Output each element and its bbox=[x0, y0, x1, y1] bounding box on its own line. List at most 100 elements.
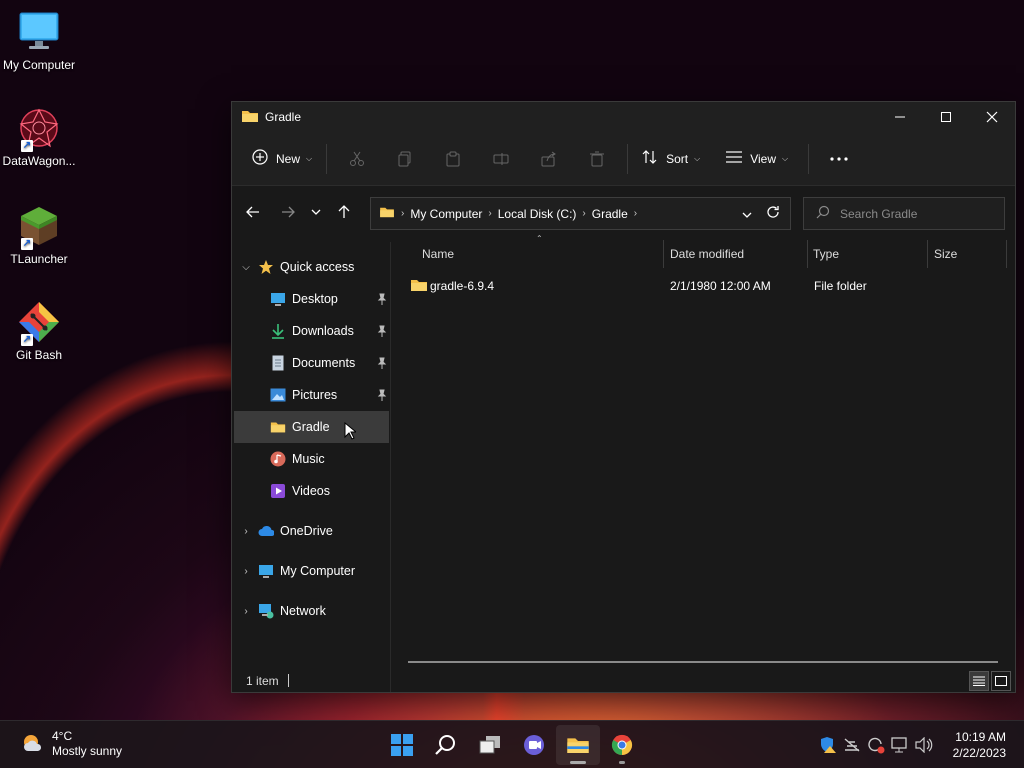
display-icon[interactable] bbox=[888, 733, 912, 757]
delete-icon[interactable] bbox=[573, 143, 621, 175]
copy-icon[interactable] bbox=[381, 143, 429, 175]
start-button[interactable] bbox=[380, 725, 424, 765]
sidebar-item-documents[interactable]: Documents bbox=[234, 347, 389, 379]
sidebar-label: Quick access bbox=[280, 260, 355, 274]
column-divider[interactable] bbox=[1006, 240, 1007, 268]
column-name-label: Name bbox=[422, 247, 455, 261]
sidebar-label: Desktop bbox=[292, 292, 338, 306]
weather-widget[interactable]: 4°C Mostly sunny bbox=[20, 729, 122, 759]
desktop-icon-datawagon[interactable]: ↗ DataWagon... bbox=[0, 106, 78, 168]
sidebar-item-desktop[interactable]: Desktop bbox=[234, 283, 389, 315]
sidebar-item-downloads[interactable]: Downloads bbox=[234, 315, 389, 347]
sidebar-onedrive[interactable]: › OneDrive bbox=[234, 515, 389, 547]
sidebar-label: OneDrive bbox=[280, 524, 333, 538]
clock[interactable]: 10:19 AM 2/22/2023 bbox=[953, 729, 1006, 761]
column-header-name[interactable]: Name bbox=[422, 236, 454, 272]
pin-icon[interactable] bbox=[377, 389, 387, 404]
folder-icon bbox=[241, 109, 259, 126]
teams-chat-button[interactable] bbox=[512, 725, 556, 765]
pane-divider[interactable] bbox=[390, 242, 391, 692]
network-disconnected-icon[interactable] bbox=[840, 733, 864, 757]
pin-icon[interactable] bbox=[377, 325, 387, 340]
music-icon bbox=[270, 451, 286, 467]
back-button[interactable] bbox=[237, 196, 269, 228]
desktop-icon-git-bash[interactable]: ↗ Git Bash bbox=[0, 300, 78, 362]
sidebar-item-videos[interactable]: Videos bbox=[234, 475, 389, 507]
column-header-size[interactable]: Size bbox=[934, 236, 957, 272]
sidebar-label: Videos bbox=[292, 484, 330, 498]
sidebar-network[interactable]: › Network bbox=[234, 595, 389, 627]
file-type: File folder bbox=[814, 279, 867, 293]
close-button[interactable] bbox=[969, 102, 1015, 132]
column-divider[interactable] bbox=[927, 240, 928, 268]
chevron-right-icon: › bbox=[488, 208, 492, 219]
breadcrumb-my-computer[interactable]: My Computer bbox=[410, 207, 482, 221]
new-button[interactable]: New ⌵ bbox=[244, 143, 320, 175]
column-header-type[interactable]: Type bbox=[813, 236, 839, 272]
sidebar-item-music[interactable]: Music bbox=[234, 443, 389, 475]
view-toggles bbox=[967, 671, 1011, 691]
more-options-icon[interactable] bbox=[815, 143, 863, 175]
cut-icon[interactable] bbox=[333, 143, 381, 175]
share-icon[interactable] bbox=[525, 143, 573, 175]
sidebar-item-gradle[interactable]: Gradle bbox=[234, 411, 389, 443]
refresh-icon[interactable] bbox=[766, 205, 780, 222]
volume-icon[interactable] bbox=[912, 733, 936, 757]
chevron-down-icon: ⌵ bbox=[306, 153, 313, 163]
pin-icon[interactable] bbox=[377, 357, 387, 372]
details-view-icon[interactable] bbox=[969, 671, 989, 691]
taskbar-apps bbox=[380, 725, 644, 765]
folder-icon bbox=[379, 206, 395, 221]
cloud-icon bbox=[258, 523, 274, 539]
minimize-button[interactable] bbox=[877, 102, 923, 132]
table-row[interactable]: gradle-6.9.4 2/1/1980 12:00 AM File fold… bbox=[392, 274, 1014, 298]
task-view-button[interactable] bbox=[468, 725, 512, 765]
address-bar[interactable]: › My Computer › Local Disk (C:) › Gradle… bbox=[370, 197, 791, 230]
toolbar-divider bbox=[326, 143, 328, 174]
breadcrumb-gradle[interactable]: Gradle bbox=[592, 207, 628, 221]
chrome-button[interactable] bbox=[600, 725, 644, 765]
horizontal-scrollbar[interactable] bbox=[408, 661, 998, 663]
desktop-icon-my-computer[interactable]: My Computer bbox=[0, 10, 78, 72]
chevron-down-icon: ⌵ bbox=[781, 153, 789, 163]
window-title: Gradle bbox=[265, 110, 302, 124]
column-divider[interactable] bbox=[807, 240, 808, 268]
file-list: ⌃ Name Date modified Type Size gradle-6.… bbox=[392, 234, 1014, 293]
file-date: 2/1/1980 12:00 AM bbox=[670, 279, 771, 293]
rename-icon[interactable] bbox=[477, 143, 525, 175]
sidebar-quick-access[interactable]: ⌵ Quick access bbox=[234, 251, 389, 283]
new-label: New bbox=[276, 151, 301, 166]
breadcrumb-local-disk[interactable]: Local Disk (C:) bbox=[498, 207, 577, 221]
command-bar: New ⌵ Sort ⌵ View ⌵ bbox=[232, 132, 1015, 186]
star-icon bbox=[258, 259, 274, 275]
pin-icon[interactable] bbox=[377, 293, 387, 308]
title-bar[interactable]: Gradle bbox=[232, 102, 1015, 132]
video-icon bbox=[270, 483, 286, 499]
datawagon-icon: ↗ bbox=[17, 106, 61, 152]
monitor-icon bbox=[17, 10, 61, 54]
large-icons-view-icon[interactable] bbox=[991, 671, 1011, 691]
search-button[interactable] bbox=[424, 725, 468, 765]
maximize-button[interactable] bbox=[923, 102, 969, 132]
sidebar-label: Downloads bbox=[292, 324, 354, 338]
view-list-icon bbox=[726, 150, 743, 167]
system-tray bbox=[816, 733, 936, 757]
sort-button[interactable]: Sort ⌵ bbox=[634, 143, 708, 175]
paste-icon[interactable] bbox=[429, 143, 477, 175]
column-divider[interactable] bbox=[663, 240, 664, 268]
up-button[interactable] bbox=[328, 196, 360, 228]
sync-error-icon[interactable] bbox=[864, 733, 888, 757]
column-header-date[interactable]: Date modified bbox=[670, 236, 744, 272]
view-button[interactable]: View ⌵ bbox=[718, 143, 796, 175]
desktop-icon-tlauncher[interactable]: ↗ TLauncher bbox=[0, 204, 78, 266]
sidebar-my-computer[interactable]: › My Computer bbox=[234, 555, 389, 587]
recent-locations-button[interactable] bbox=[304, 196, 328, 228]
address-dropdown-icon[interactable] bbox=[742, 207, 752, 221]
defender-warning-icon[interactable] bbox=[816, 733, 840, 757]
forward-button[interactable] bbox=[272, 196, 304, 228]
file-explorer-button[interactable] bbox=[556, 725, 600, 765]
network-icon bbox=[258, 603, 274, 619]
search-placeholder: Search Gradle bbox=[840, 206, 918, 221]
search-input[interactable]: Search Gradle bbox=[803, 197, 1005, 230]
sidebar-item-pictures[interactable]: Pictures bbox=[234, 379, 389, 411]
